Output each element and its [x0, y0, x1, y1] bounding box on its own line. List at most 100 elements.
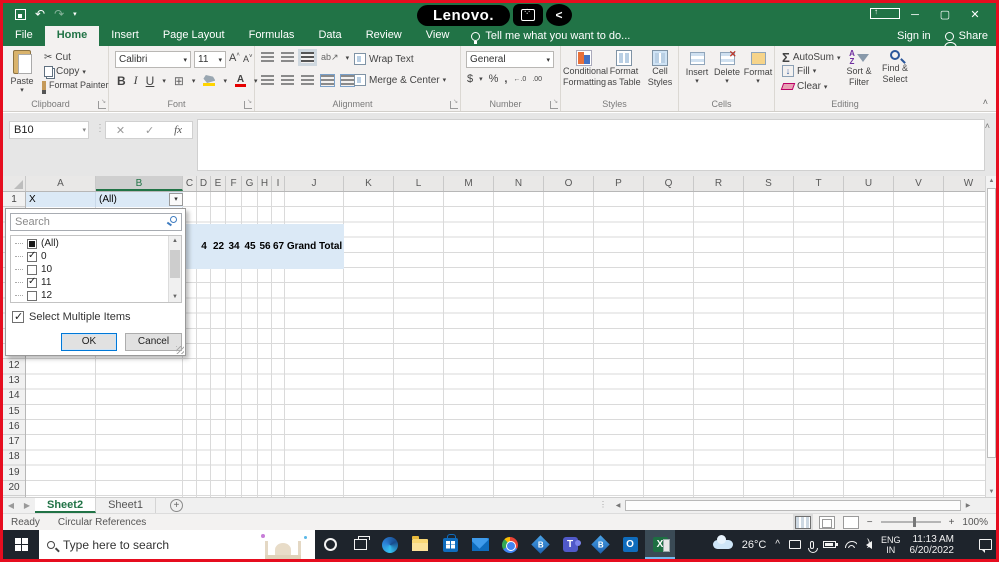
select-all-corner[interactable] — [3, 176, 26, 191]
tab-view[interactable]: View — [414, 26, 462, 46]
insert-function-icon[interactable]: fx — [174, 124, 182, 136]
horizontal-scrollbar[interactable]: ◀ ▶ — [611, 499, 983, 512]
col-header-F[interactable]: F — [226, 176, 242, 191]
collapse-overlay-button[interactable]: < — [546, 4, 573, 26]
cancel-entry-icon[interactable]: ✕ — [116, 124, 125, 137]
col-header-Q[interactable]: Q — [644, 176, 694, 191]
clipboard-dialog-launcher-icon[interactable] — [98, 98, 106, 109]
comma-style-button[interactable]: , — [504, 73, 507, 85]
row-header-12[interactable]: 12 — [3, 358, 25, 373]
delete-cells-button[interactable]: Delete ▾ — [712, 49, 742, 85]
page-break-view-icon[interactable] — [842, 515, 859, 529]
scroll-down-icon[interactable]: ▼ — [169, 294, 181, 300]
undo-icon[interactable]: ↶ — [35, 6, 45, 22]
clear-button[interactable]: Clear ▾ — [779, 80, 830, 93]
align-center-button[interactable] — [281, 75, 294, 86]
align-middle-button[interactable] — [281, 52, 294, 63]
tab-data[interactable]: Data — [306, 26, 353, 46]
filter-item-list[interactable]: (All) 0 10 11 12 ▲ ▼ — [10, 235, 182, 303]
col-header-M[interactable]: M — [444, 176, 494, 191]
customize-qat-icon[interactable]: ▾ — [73, 10, 77, 18]
hidden-icons-chevron[interactable]: ^ — [775, 539, 780, 550]
col-header-O[interactable]: O — [544, 176, 594, 191]
alignment-dialog-launcher-icon[interactable] — [450, 98, 458, 109]
filter-item-11[interactable]: 11 — [15, 276, 51, 289]
outlook-button[interactable]: O — [615, 530, 645, 559]
app-b-button[interactable]: B — [525, 530, 555, 559]
font-dialog-launcher-icon[interactable] — [244, 98, 252, 109]
borders-button[interactable]: ⊞ — [174, 74, 184, 88]
col-header-E[interactable]: E — [211, 176, 226, 191]
wifi-icon[interactable] — [844, 541, 857, 548]
scroll-left-icon[interactable]: ◀ — [611, 502, 625, 509]
orientation-button[interactable]: ab↗ — [321, 52, 339, 63]
col-header-D[interactable]: D — [197, 176, 211, 191]
microphone-icon[interactable] — [807, 540, 818, 553]
file-explorer-button[interactable] — [405, 530, 435, 559]
font-size-select[interactable]: 11 ▾ — [194, 51, 226, 68]
filter-list-scrollbar[interactable]: ▲ ▼ — [168, 236, 181, 302]
clock[interactable]: 11:13 AM 6/20/2022 — [910, 534, 955, 556]
store-button[interactable] — [435, 530, 465, 559]
scroll-down-icon[interactable]: ▼ — [986, 489, 996, 495]
scroll-right-icon[interactable]: ▶ — [961, 502, 975, 509]
scroll-up-icon[interactable]: ▲ — [169, 238, 181, 244]
pivot-filter-dropdown-icon[interactable]: ▾ — [169, 193, 183, 206]
new-sheet-button[interactable]: + — [169, 499, 183, 512]
bold-button[interactable]: B — [117, 74, 126, 88]
col-header-I[interactable]: I — [272, 176, 285, 191]
checkbox-icon[interactable] — [27, 290, 37, 301]
task-view-button[interactable] — [345, 530, 375, 559]
app-b-button[interactable]: B — [585, 530, 615, 559]
zoom-level[interactable]: 100% — [962, 517, 988, 528]
row-header-14[interactable]: 14 — [3, 388, 25, 403]
font-color-button[interactable]: A — [234, 74, 246, 87]
cancel-button[interactable]: Cancel — [125, 333, 182, 351]
zoom-slider[interactable] — [880, 517, 941, 527]
battery-icon[interactable] — [822, 541, 838, 548]
tab-splitter[interactable]: ⋮ — [599, 500, 607, 509]
mail-button[interactable] — [465, 530, 495, 559]
sort-filter-button[interactable]: AZ Sort & Filter — [841, 50, 877, 88]
tab-home[interactable]: Home — [44, 26, 100, 46]
col-header-L[interactable]: L — [394, 176, 444, 191]
accounting-format-button[interactable]: $ — [467, 73, 473, 85]
filter-item-10[interactable]: 10 — [15, 263, 52, 276]
tell-me-box[interactable]: Tell me what you want to do... — [461, 26, 640, 46]
col-header-C[interactable]: C — [183, 176, 197, 191]
col-header-K[interactable]: K — [344, 176, 394, 191]
cut-button[interactable]: ✂ Cut — [41, 51, 74, 64]
decrease-indent-button[interactable] — [320, 74, 335, 87]
sign-in-link[interactable]: Sign in — [897, 30, 931, 42]
checkbox-icon[interactable] — [27, 276, 37, 288]
filter-scroll-thumb[interactable] — [170, 250, 180, 278]
resize-grip[interactable] — [176, 346, 184, 354]
volume-icon[interactable] — [865, 538, 872, 549]
col-header-G[interactable]: G — [242, 176, 258, 191]
collapse-ribbon-icon[interactable]: ˄ — [983, 97, 988, 107]
cell-styles-button[interactable]: Cell Styles — [643, 50, 677, 88]
borders-dropdown-icon[interactable]: ▾ — [192, 77, 196, 85]
sheet-nav-right-icon[interactable]: ▶ — [19, 498, 35, 513]
vertical-scroll-thumb[interactable] — [987, 188, 996, 458]
format-painter-button[interactable]: Format Painter — [39, 79, 112, 94]
fill-button[interactable]: ↓ Fill ▾ — [779, 64, 819, 78]
format-cells-button[interactable]: Format ▾ — [743, 52, 773, 85]
horizontal-scroll-thumb[interactable] — [625, 500, 961, 511]
ok-button[interactable]: OK — [61, 333, 117, 351]
zoom-in-icon[interactable]: + — [949, 517, 955, 528]
share-button[interactable]: Share — [943, 30, 988, 48]
filter-search-input[interactable]: Search — [10, 213, 182, 231]
row-header-17[interactable]: 17 — [3, 434, 25, 449]
tab-page-layout[interactable]: Page Layout — [151, 26, 237, 46]
sheet-tab-sheet1[interactable]: Sheet1 — [96, 498, 156, 513]
font-name-select[interactable]: Calibri ▾ — [115, 51, 191, 68]
col-header-B[interactable]: B — [96, 176, 183, 191]
insert-cells-button[interactable]: Insert ▾ — [683, 52, 711, 85]
grow-font-button[interactable]: A˄ — [229, 52, 240, 64]
vertical-scrollbar[interactable]: ▲ ▼ — [985, 176, 996, 497]
taj-mahal-image[interactable] — [257, 532, 309, 559]
col-header-H[interactable]: H — [258, 176, 272, 191]
redo-icon[interactable]: ↷ — [54, 6, 64, 22]
ribbon-display-options-icon[interactable] — [870, 7, 900, 22]
